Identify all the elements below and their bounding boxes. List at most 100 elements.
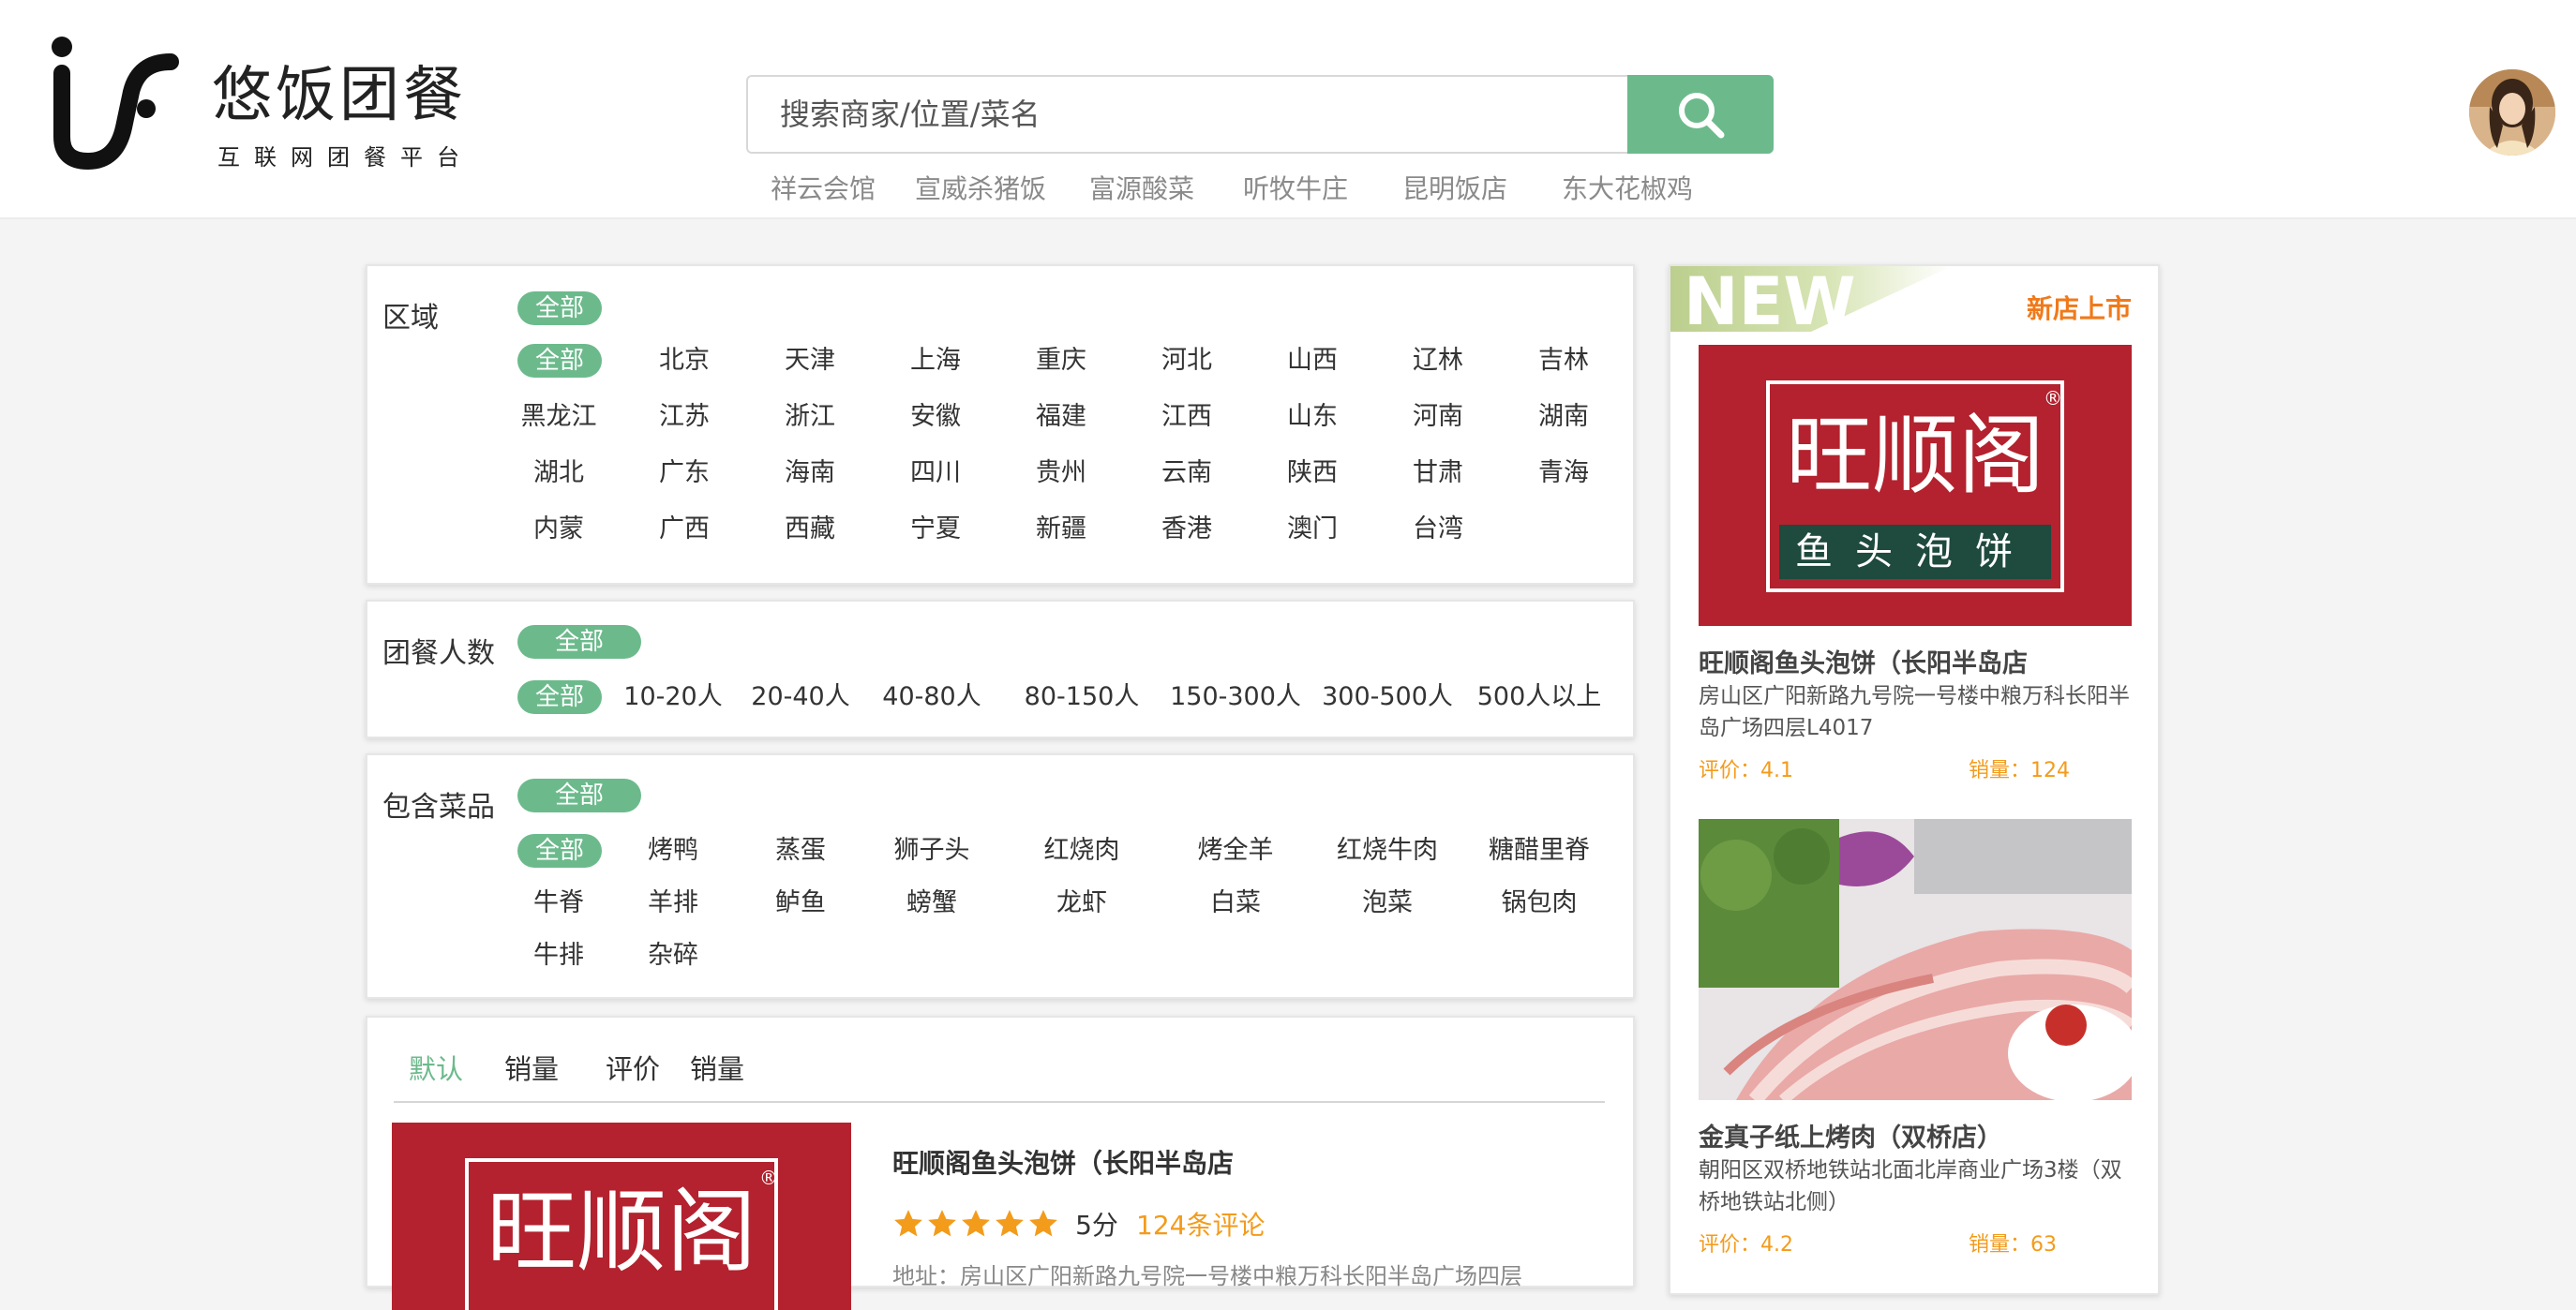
search-button[interactable] (1627, 75, 1774, 154)
people-option-all[interactable]: 全部 (517, 680, 602, 714)
region-option[interactable]: 海南 (785, 456, 835, 490)
region-option[interactable]: 江西 (1161, 400, 1212, 434)
dishes-option-all[interactable]: 全部 (517, 834, 602, 868)
region-option[interactable]: 河北 (1161, 344, 1212, 378)
restaurant-image[interactable]: 旺顺阁 ® (392, 1123, 851, 1310)
restaurant-address: 地址：房山区广阳新路九号院一号楼中粮万科长阳半岛广场四层 (892, 1263, 1522, 1289)
dishes-option[interactable]: 龙虾 (1056, 886, 1107, 920)
hot-search-item[interactable]: 东大花椒鸡 (1562, 169, 1693, 206)
dishes-option[interactable]: 牛脊 (533, 886, 584, 920)
review-count-link[interactable]: 124条评论 (1136, 1205, 1265, 1243)
region-option[interactable]: 湖北 (533, 456, 584, 490)
dishes-option[interactable]: 螃蟹 (906, 886, 957, 920)
svg-text:®: ® (759, 1167, 778, 1189)
region-option[interactable]: 澳门 (1287, 513, 1338, 546)
region-option[interactable]: 香港 (1161, 513, 1212, 546)
region-option[interactable]: 新疆 (1036, 513, 1086, 546)
region-option[interactable]: 广西 (659, 513, 710, 546)
region-option[interactable]: 黑龙江 (521, 400, 597, 434)
sort-tab-sales[interactable]: 销量 (504, 1048, 559, 1087)
people-option[interactable]: 20-40人 (751, 680, 849, 714)
region-option[interactable]: 上海 (910, 344, 961, 378)
sort-tab-default[interactable]: 默认 (409, 1048, 463, 1087)
new-store-image[interactable] (1699, 819, 2132, 1100)
dishes-option[interactable]: 烤鸭 (648, 834, 698, 868)
people-selected-tag[interactable]: 全部 (517, 625, 641, 659)
dishes-option[interactable]: 锅包肉 (1502, 886, 1578, 920)
user-avatar[interactable] (2469, 69, 2555, 156)
region-option[interactable]: 安徽 (910, 400, 961, 434)
region-option[interactable]: 山西 (1287, 344, 1338, 378)
people-option[interactable]: 40-80人 (882, 680, 981, 714)
region-option[interactable]: 广东 (659, 456, 710, 490)
people-option[interactable]: 80-150人 (1025, 680, 1140, 714)
dishes-option[interactable]: 红烧牛肉 (1337, 834, 1438, 868)
region-option[interactable]: 青海 (1538, 456, 1589, 490)
region-option[interactable]: 内蒙 (533, 513, 584, 546)
dishes-selected-tag[interactable]: 全部 (517, 779, 641, 812)
rating-stars: 5分 124条评论 (892, 1205, 1265, 1243)
region-option[interactable]: 北京 (659, 344, 710, 378)
region-option[interactable]: 西藏 (785, 513, 835, 546)
hot-search-item[interactable]: 祥云会馆 (771, 169, 876, 206)
region-option[interactable]: 陕西 (1287, 456, 1338, 490)
region-selected-tag[interactable]: 全部 (517, 291, 602, 325)
region-option[interactable]: 甘肃 (1413, 456, 1463, 490)
people-option[interactable]: 10-20人 (623, 680, 722, 714)
site-logo[interactable]: 悠饭团餐 互联网团餐平台 (41, 34, 472, 174)
region-option[interactable]: 宁夏 (910, 513, 961, 546)
new-store-sales: 销量：124 (1969, 759, 2070, 782)
region-option[interactable]: 辽林 (1413, 344, 1463, 378)
dishes-option[interactable]: 狮子头 (894, 834, 970, 868)
region-option[interactable]: 吉林 (1538, 344, 1589, 378)
dishes-option[interactable]: 糖醋里脊 (1489, 834, 1590, 868)
dishes-option[interactable]: 牛排 (533, 939, 584, 973)
region-filter-panel: 区域 全部 全部 北京 天津 上海 重庆 河北 山西 辽林 吉林 黑龙江 江苏 … (366, 264, 1635, 585)
region-option[interactable]: 湖南 (1538, 400, 1589, 434)
new-store-name[interactable]: 金真子纸上烤肉（双桥店） (1699, 1117, 2002, 1154)
people-option[interactable]: 150-300人 (1170, 680, 1301, 714)
restaurant-title[interactable]: 旺顺阁鱼头泡饼（长阳半岛店 (892, 1143, 1234, 1181)
new-store-rating: 评价：4.1 (1699, 759, 1793, 782)
region-option[interactable]: 福建 (1036, 400, 1086, 434)
region-option[interactable]: 四川 (910, 456, 961, 490)
hot-search-item[interactable]: 听牧牛庄 (1243, 169, 1348, 206)
new-store-image[interactable]: 旺顺阁 鱼头泡饼 ® (1699, 345, 2132, 626)
sort-divider (394, 1101, 1605, 1103)
region-option-all[interactable]: 全部 (517, 344, 602, 378)
dishes-option[interactable]: 杂碎 (648, 939, 698, 973)
dishes-option[interactable]: 鲈鱼 (775, 886, 826, 920)
region-option[interactable]: 天津 (785, 344, 835, 378)
hot-search-item[interactable]: 昆明饭店 (1402, 169, 1507, 206)
store-logo-subtext: 鱼头泡饼 (1795, 530, 2035, 573)
dishes-option[interactable]: 泡菜 (1362, 886, 1413, 920)
dishes-filter-panel: 包含菜品 全部 全部 烤鸭 蒸蛋 狮子头 红烧肉 烤全羊 红烧牛肉 糖醋里脊 牛… (366, 753, 1635, 999)
region-option[interactable]: 云南 (1161, 456, 1212, 490)
new-stores-panel: NEW 新店上市 旺顺阁 鱼头泡饼 ® 旺顺阁鱼头泡饼（长阳半岛店 房山区广阳新… (1669, 264, 2160, 1295)
hot-search-item[interactable]: 宣威杀猪饭 (915, 169, 1046, 206)
hot-search-item[interactable]: 富源酸菜 (1089, 169, 1194, 206)
dishes-option[interactable]: 羊排 (648, 886, 698, 920)
region-option[interactable]: 江苏 (659, 400, 710, 434)
sort-tab-rating[interactable]: 评价 (606, 1048, 660, 1087)
search-input[interactable] (748, 77, 1624, 152)
sort-tab-sales-2[interactable]: 销量 (690, 1048, 744, 1087)
region-option[interactable]: 台湾 (1413, 513, 1463, 546)
restaurant-logo-image: 旺顺阁 ® (392, 1123, 851, 1310)
logo-tagline: 互联网团餐平台 (217, 144, 473, 171)
dishes-option[interactable]: 蒸蛋 (775, 834, 826, 868)
region-option[interactable]: 山东 (1287, 400, 1338, 434)
meat-photo-image (1699, 819, 2132, 1100)
region-option[interactable]: 贵州 (1036, 456, 1086, 490)
people-option[interactable]: 500人以上 (1477, 680, 1602, 714)
region-option[interactable]: 重庆 (1036, 344, 1086, 378)
people-option[interactable]: 300-500人 (1322, 680, 1453, 714)
dishes-option[interactable]: 红烧肉 (1044, 834, 1120, 868)
region-option[interactable]: 河南 (1413, 400, 1463, 434)
new-store-name[interactable]: 旺顺阁鱼头泡饼（长阳半岛店 (1699, 643, 2028, 679)
dishes-option[interactable]: 白菜 (1210, 886, 1261, 920)
dishes-option[interactable]: 烤全羊 (1198, 834, 1274, 868)
star-icon (894, 1210, 922, 1237)
region-option[interactable]: 浙江 (785, 400, 835, 434)
rating-score: 5分 (1075, 1210, 1118, 1241)
